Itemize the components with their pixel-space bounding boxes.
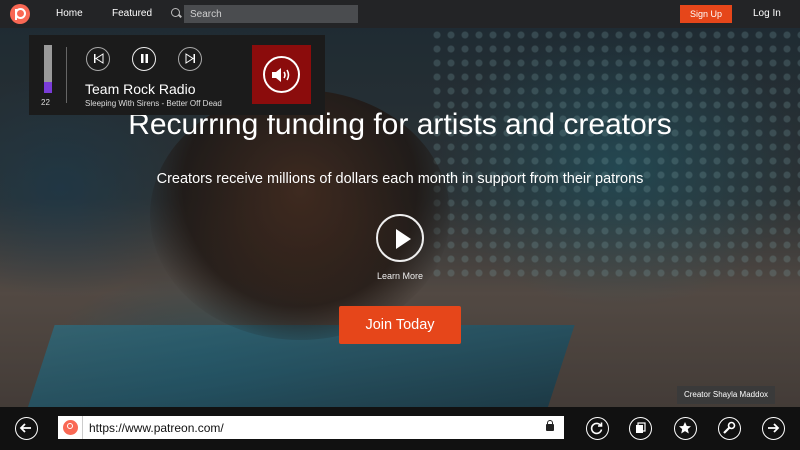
nav-featured-link[interactable]: Featured	[112, 8, 152, 19]
pause-icon	[140, 54, 148, 63]
tabs-button[interactable]	[629, 417, 652, 440]
forward-button[interactable]	[762, 417, 785, 440]
patreon-logo-icon[interactable]	[10, 4, 30, 24]
speaker-icon-ring	[263, 56, 300, 93]
audio-app-tile[interactable]	[252, 45, 311, 104]
top-navigation-bar: Home Featured Sign Up Log In	[0, 0, 800, 28]
join-today-button[interactable]: Join Today	[339, 306, 461, 344]
browser-viewport: Home Featured Sign Up Log In Recurring f…	[0, 0, 800, 450]
back-icon	[19, 423, 31, 433]
play-video-button[interactable]	[376, 214, 424, 262]
hero-subheadline: Creators receive millions of dollars eac…	[156, 171, 644, 187]
site-favicon-frame	[58, 416, 83, 439]
favorites-button[interactable]	[674, 417, 697, 440]
skip-next-icon	[185, 53, 195, 64]
creator-credit-badge: Creator Shayla Maddox	[677, 386, 775, 404]
search-icon	[171, 8, 180, 17]
media-control-overlay: 22 Team Rock Radio Sleeping With Sirens …	[29, 35, 325, 115]
refresh-button[interactable]	[586, 417, 609, 440]
volume-value: 22	[41, 98, 50, 107]
volume-level-fill	[44, 82, 52, 93]
patreon-favicon-icon	[63, 420, 78, 435]
url-text[interactable]: https://www.patreon.com/	[89, 421, 224, 435]
favorites-icon	[679, 422, 691, 434]
back-button[interactable]	[15, 417, 38, 440]
lock-icon[interactable]	[546, 420, 554, 431]
sign-up-button[interactable]: Sign Up	[680, 5, 732, 23]
speaker-icon	[272, 68, 290, 82]
skip-previous-icon	[93, 53, 103, 64]
divider	[66, 47, 67, 103]
station-name: Team Rock Radio	[85, 81, 196, 97]
next-track-button[interactable]	[178, 47, 202, 71]
learn-more-link[interactable]: Learn More	[0, 271, 800, 281]
search-input[interactable]	[184, 5, 358, 23]
tools-button[interactable]	[718, 417, 741, 440]
tabs-icon	[636, 422, 646, 433]
now-playing-text: Sleeping With Sirens - Better Off Dead	[85, 99, 222, 108]
refresh-icon	[590, 422, 603, 435]
log-in-link[interactable]: Log In	[753, 8, 781, 19]
nav-home-link[interactable]: Home	[56, 8, 83, 19]
tools-icon	[723, 421, 736, 434]
previous-track-button[interactable]	[86, 47, 110, 71]
url-field[interactable]: https://www.patreon.com/	[58, 416, 564, 439]
forward-icon	[768, 423, 780, 433]
pause-button[interactable]	[132, 47, 156, 71]
